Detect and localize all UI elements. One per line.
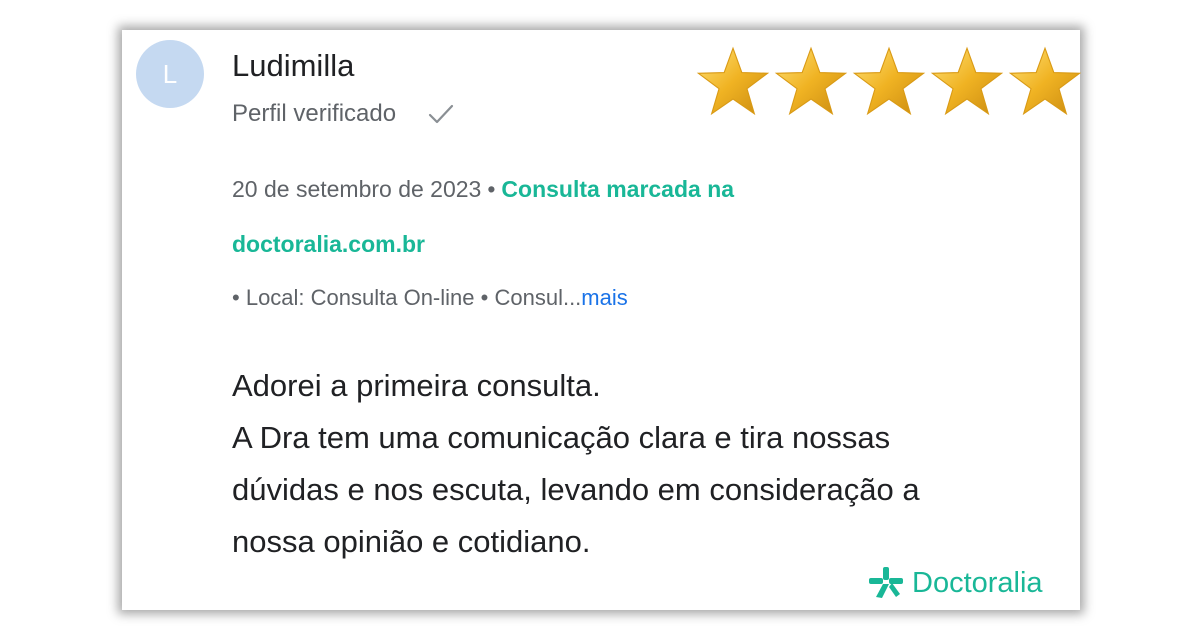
review-body: Adorei a primeira consulta. A Dra tem um… [232,360,920,568]
bullet: • [480,285,489,310]
star-icon [852,46,926,116]
star-icon [696,46,770,116]
booking-source-text: Consulta marcada na [501,176,735,202]
bullet-separator: • [487,176,496,202]
verified-label: Perfil verificado [232,100,397,127]
check-icon [428,104,454,124]
star-icon [930,46,1004,116]
location-text: Local: Consulta On-line [245,285,475,310]
location-line: • Local: Consulta On-line • Consul...mai… [232,285,628,311]
review-line: dúvidas e nos escuta, levando em conside… [232,472,920,507]
star-icon [1008,46,1082,116]
star-rating [696,46,1082,116]
review-line: A Dra tem uma comunicação clara e tira n… [232,420,891,455]
reviewer-name[interactable]: Ludimilla [232,48,354,84]
avatar[interactable]: L [136,40,204,108]
review-card: L Ludimilla Perfil verificado 20 de sete… [122,30,1082,610]
review-date-line: 20 de setembro de 2023 • Consulta marcada … [232,176,734,203]
brand-name: Doctoralia [912,566,1043,599]
booking-source-domain[interactable]: doctoralia.com.br [232,231,425,257]
truncated-text: Consul... [494,285,582,310]
review-line: Adorei a primeira consulta. [232,368,601,403]
more-link[interactable]: mais [581,285,627,310]
review-line: nossa opinião e cotidiano. [232,524,591,559]
star-icon [774,46,848,116]
doctoralia-logo: Doctoralia [868,566,1043,600]
review-date: 20 de setembro de 2023 [232,176,482,202]
avatar-letter: L [162,58,178,89]
booking-source-line: doctoralia.com.br [232,231,425,258]
doctoralia-logo-icon [869,567,903,598]
bullet: • [232,285,240,310]
verified-profile: Perfil verificado [232,100,456,128]
